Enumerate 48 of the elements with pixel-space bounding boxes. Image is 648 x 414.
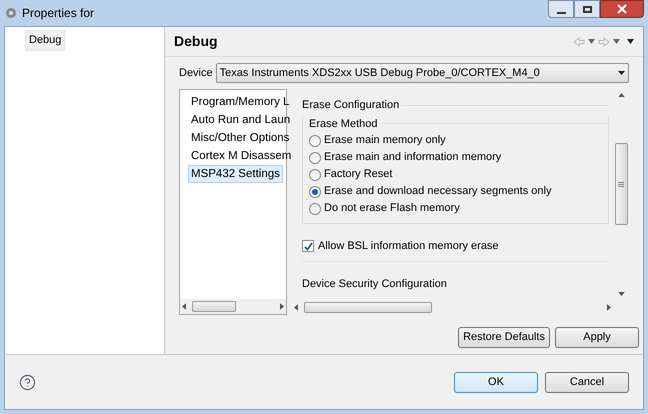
radio-label[interactable]: Erase main memory only — [324, 132, 446, 149]
group-title: Erase Method — [309, 116, 378, 132]
dialog-button[interactable]: Cancel — [545, 372, 629, 392]
caret-icon — [618, 71, 625, 75]
app-icon — [4, 6, 18, 20]
grip-icon — [618, 182, 624, 186]
radio-label[interactable]: Factory Reset — [324, 166, 392, 183]
checkbox-label[interactable]: Allow BSL information memory erase — [318, 238, 499, 254]
category-item[interactable]: Misc/Other Options — [188, 129, 292, 147]
radio-button[interactable] — [309, 152, 321, 164]
category-item[interactable]: Auto Run and Laun — [188, 111, 294, 129]
checkbox[interactable] — [302, 240, 314, 252]
scroll-down-icon[interactable] — [618, 292, 624, 296]
radio-label[interactable]: Erase and download necessary segments only — [324, 183, 552, 200]
page-button[interactable]: Restore Defaults — [458, 327, 550, 348]
radio-label[interactable]: Erase main and information memory — [324, 149, 502, 166]
page-button[interactable]: Apply — [555, 327, 639, 348]
category-item[interactable]: MSP432 Settings — [188, 165, 283, 183]
category-item[interactable]: Cortex M Disassem — [188, 147, 294, 165]
radio-button[interactable] — [309, 202, 321, 214]
section-title: Erase Configuration — [302, 98, 400, 113]
dialog-button[interactable]: OK — [454, 372, 538, 392]
view-menu-icon[interactable] — [627, 39, 634, 44]
section-title: Device Security Configuration — [302, 276, 448, 292]
dropdown-icon[interactable] — [588, 39, 595, 44]
page-title: Debug — [174, 32, 218, 51]
scroll-right-icon[interactable] — [280, 303, 284, 310]
radio-button[interactable] — [309, 168, 321, 180]
category-item[interactable]: Program/Memory L — [188, 93, 292, 111]
minimize-button[interactable] — [548, 0, 574, 18]
horizontal-scrollbar[interactable] — [180, 299, 286, 314]
scroll-up-icon[interactable] — [618, 93, 624, 97]
radio-label[interactable]: Do not erase Flash memory — [324, 200, 460, 217]
device-label: Device — [179, 66, 213, 81]
radio-button[interactable] — [309, 186, 321, 198]
tree-item[interactable]: Debug — [25, 30, 66, 50]
help-icon[interactable] — [19, 374, 36, 390]
horizontal-scrollbar[interactable] — [292, 300, 613, 315]
window-title: Properties for — [22, 5, 94, 22]
scroll-left-icon[interactable] — [182, 303, 186, 310]
dropdown-icon[interactable] — [613, 39, 620, 44]
maximize-button[interactable] — [574, 0, 600, 18]
scroll-right-icon[interactable] — [607, 304, 611, 311]
device-dropdown[interactable]: Texas Instruments XDS2xx USB Debug Probe_0/CORTEX_M4_0 — [216, 63, 629, 83]
close-button[interactable] — [600, 0, 644, 18]
scroll-left-icon[interactable] — [294, 304, 298, 311]
close-icon — [617, 4, 627, 14]
radio-button[interactable] — [309, 134, 321, 146]
